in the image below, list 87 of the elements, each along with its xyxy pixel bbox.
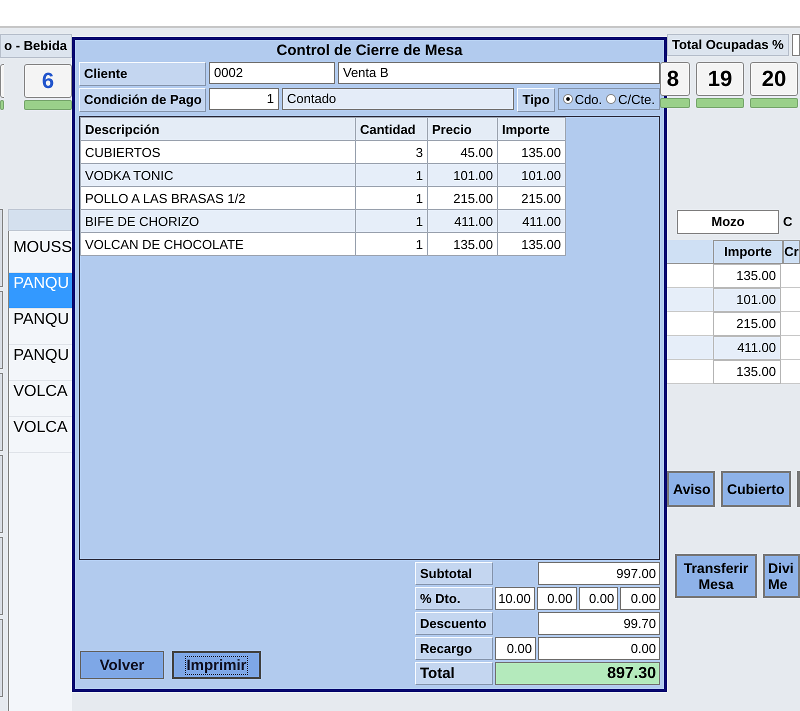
table-cell: 135.00 <box>428 232 498 256</box>
field-label: Tipo <box>517 88 555 112</box>
table-cell <box>667 360 713 384</box>
total-label: Recargo <box>415 637 493 660</box>
table-cell: 215.00 <box>498 186 566 210</box>
table-cell: 135.00 <box>498 140 566 164</box>
table-cell: 1 <box>356 210 428 232</box>
total-label: Total <box>415 662 493 685</box>
discount-field[interactable]: 0.00 <box>578 587 618 610</box>
discount-field[interactable]: 10.00 <box>495 587 535 610</box>
table-cell <box>781 288 800 312</box>
table-cell: 101.00 <box>428 164 498 186</box>
waiter-field[interactable]: Mozo <box>677 210 779 234</box>
table-cell: VODKA TONIC <box>80 164 356 186</box>
action-button[interactable]: Divi Me <box>763 554 800 598</box>
total-label: % Dto. <box>415 587 493 610</box>
dialog-button[interactable]: Volver <box>80 651 164 679</box>
column-header: Importe <box>498 118 566 140</box>
table-cell: 411.00 <box>498 210 566 232</box>
column-header: Descripción <box>80 118 356 140</box>
surcharge-percent-field[interactable]: 0.00 <box>495 637 536 660</box>
table-cell <box>781 312 800 336</box>
table-cell: 215.00 <box>713 312 781 336</box>
occupancy-field <box>792 34 800 56</box>
table-cell <box>667 264 713 288</box>
dialog-title: Control de Cierre de Mesa <box>276 41 464 61</box>
payment-name-field: Contado <box>282 88 514 110</box>
occupancy-label: Total Ocupadas % <box>667 34 789 56</box>
radio-option[interactable]: Cdo. <box>562 92 602 106</box>
client-code-field[interactable]: 0002 <box>209 62 335 84</box>
column-header <box>667 240 713 264</box>
subtotal-field: 997.00 <box>538 562 660 585</box>
action-button[interactable]: Aviso <box>667 471 715 507</box>
table-button[interactable]: 19 <box>696 62 744 96</box>
total-label: Subtotal <box>415 562 493 585</box>
client-name-field[interactable]: Venta B <box>338 62 660 84</box>
table-cell: 135.00 <box>713 360 781 384</box>
column-header: Precio <box>428 118 498 140</box>
table-cell: CUBIERTOS <box>80 140 356 164</box>
field-label: C <box>783 213 792 231</box>
action-button[interactable]: Transferir Mesa <box>675 554 757 598</box>
total-field: 897.30 <box>495 662 660 685</box>
dialog-button[interactable]: Imprimir <box>172 651 261 679</box>
discount-field[interactable]: 0.00 <box>536 587 576 610</box>
table-cell <box>667 336 713 360</box>
field-label: Cliente <box>79 62 206 86</box>
table-cell: 135.00 <box>713 264 781 288</box>
total-label: Descuento <box>415 612 493 635</box>
list-header <box>8 209 72 231</box>
table-cell: 1 <box>356 164 428 186</box>
column-header: Cantidad <box>356 118 428 140</box>
table-cell: 45.00 <box>428 140 498 164</box>
table-button[interactable]: 8 <box>660 62 690 96</box>
table-cell: POLLO A LAS BRASAS 1/2 <box>80 186 356 210</box>
table-cell: 411.00 <box>713 336 781 360</box>
table-cell: BIFE DE CHORIZO <box>80 210 356 232</box>
payment-code-field[interactable]: 1 <box>209 88 279 110</box>
radio-option[interactable]: C/Cte. <box>606 92 655 106</box>
table-cell: 3 <box>356 140 428 164</box>
table-cell: 101.00 <box>498 164 566 186</box>
surcharge-field: 0.00 <box>538 637 660 660</box>
table-cell <box>667 288 713 312</box>
table-cell <box>781 360 800 384</box>
category-tab[interactable]: o - Bebida <box>0 34 72 58</box>
column-header: Cr <box>783 240 800 264</box>
status-bar <box>660 98 690 108</box>
table-cell: 135.00 <box>498 232 566 256</box>
table-button[interactable]: 6 <box>24 64 72 98</box>
table-cell: 215.00 <box>428 186 498 210</box>
discount-amount-field: 99.70 <box>538 612 660 635</box>
table-cell: 101.00 <box>713 288 781 312</box>
status-bar <box>750 98 798 108</box>
table-button[interactable]: 20 <box>750 62 798 96</box>
table-cell <box>781 336 800 360</box>
action-button[interactable]: Cubierto <box>721 471 791 507</box>
column-header: Importe <box>713 240 783 264</box>
discount-field[interactable]: 0.00 <box>620 587 660 610</box>
field-label: Condición de Pago <box>79 88 206 112</box>
status-bar <box>696 98 744 108</box>
status-bar <box>24 100 72 110</box>
table-cell: 1 <box>356 186 428 210</box>
table-cell: 1 <box>356 232 428 256</box>
table-cell: VOLCAN DE CHOCOLATE <box>80 232 356 256</box>
table-cell <box>781 264 800 288</box>
status-bar <box>0 100 4 110</box>
table-cell: 411.00 <box>428 210 498 232</box>
table-cell <box>667 312 713 336</box>
